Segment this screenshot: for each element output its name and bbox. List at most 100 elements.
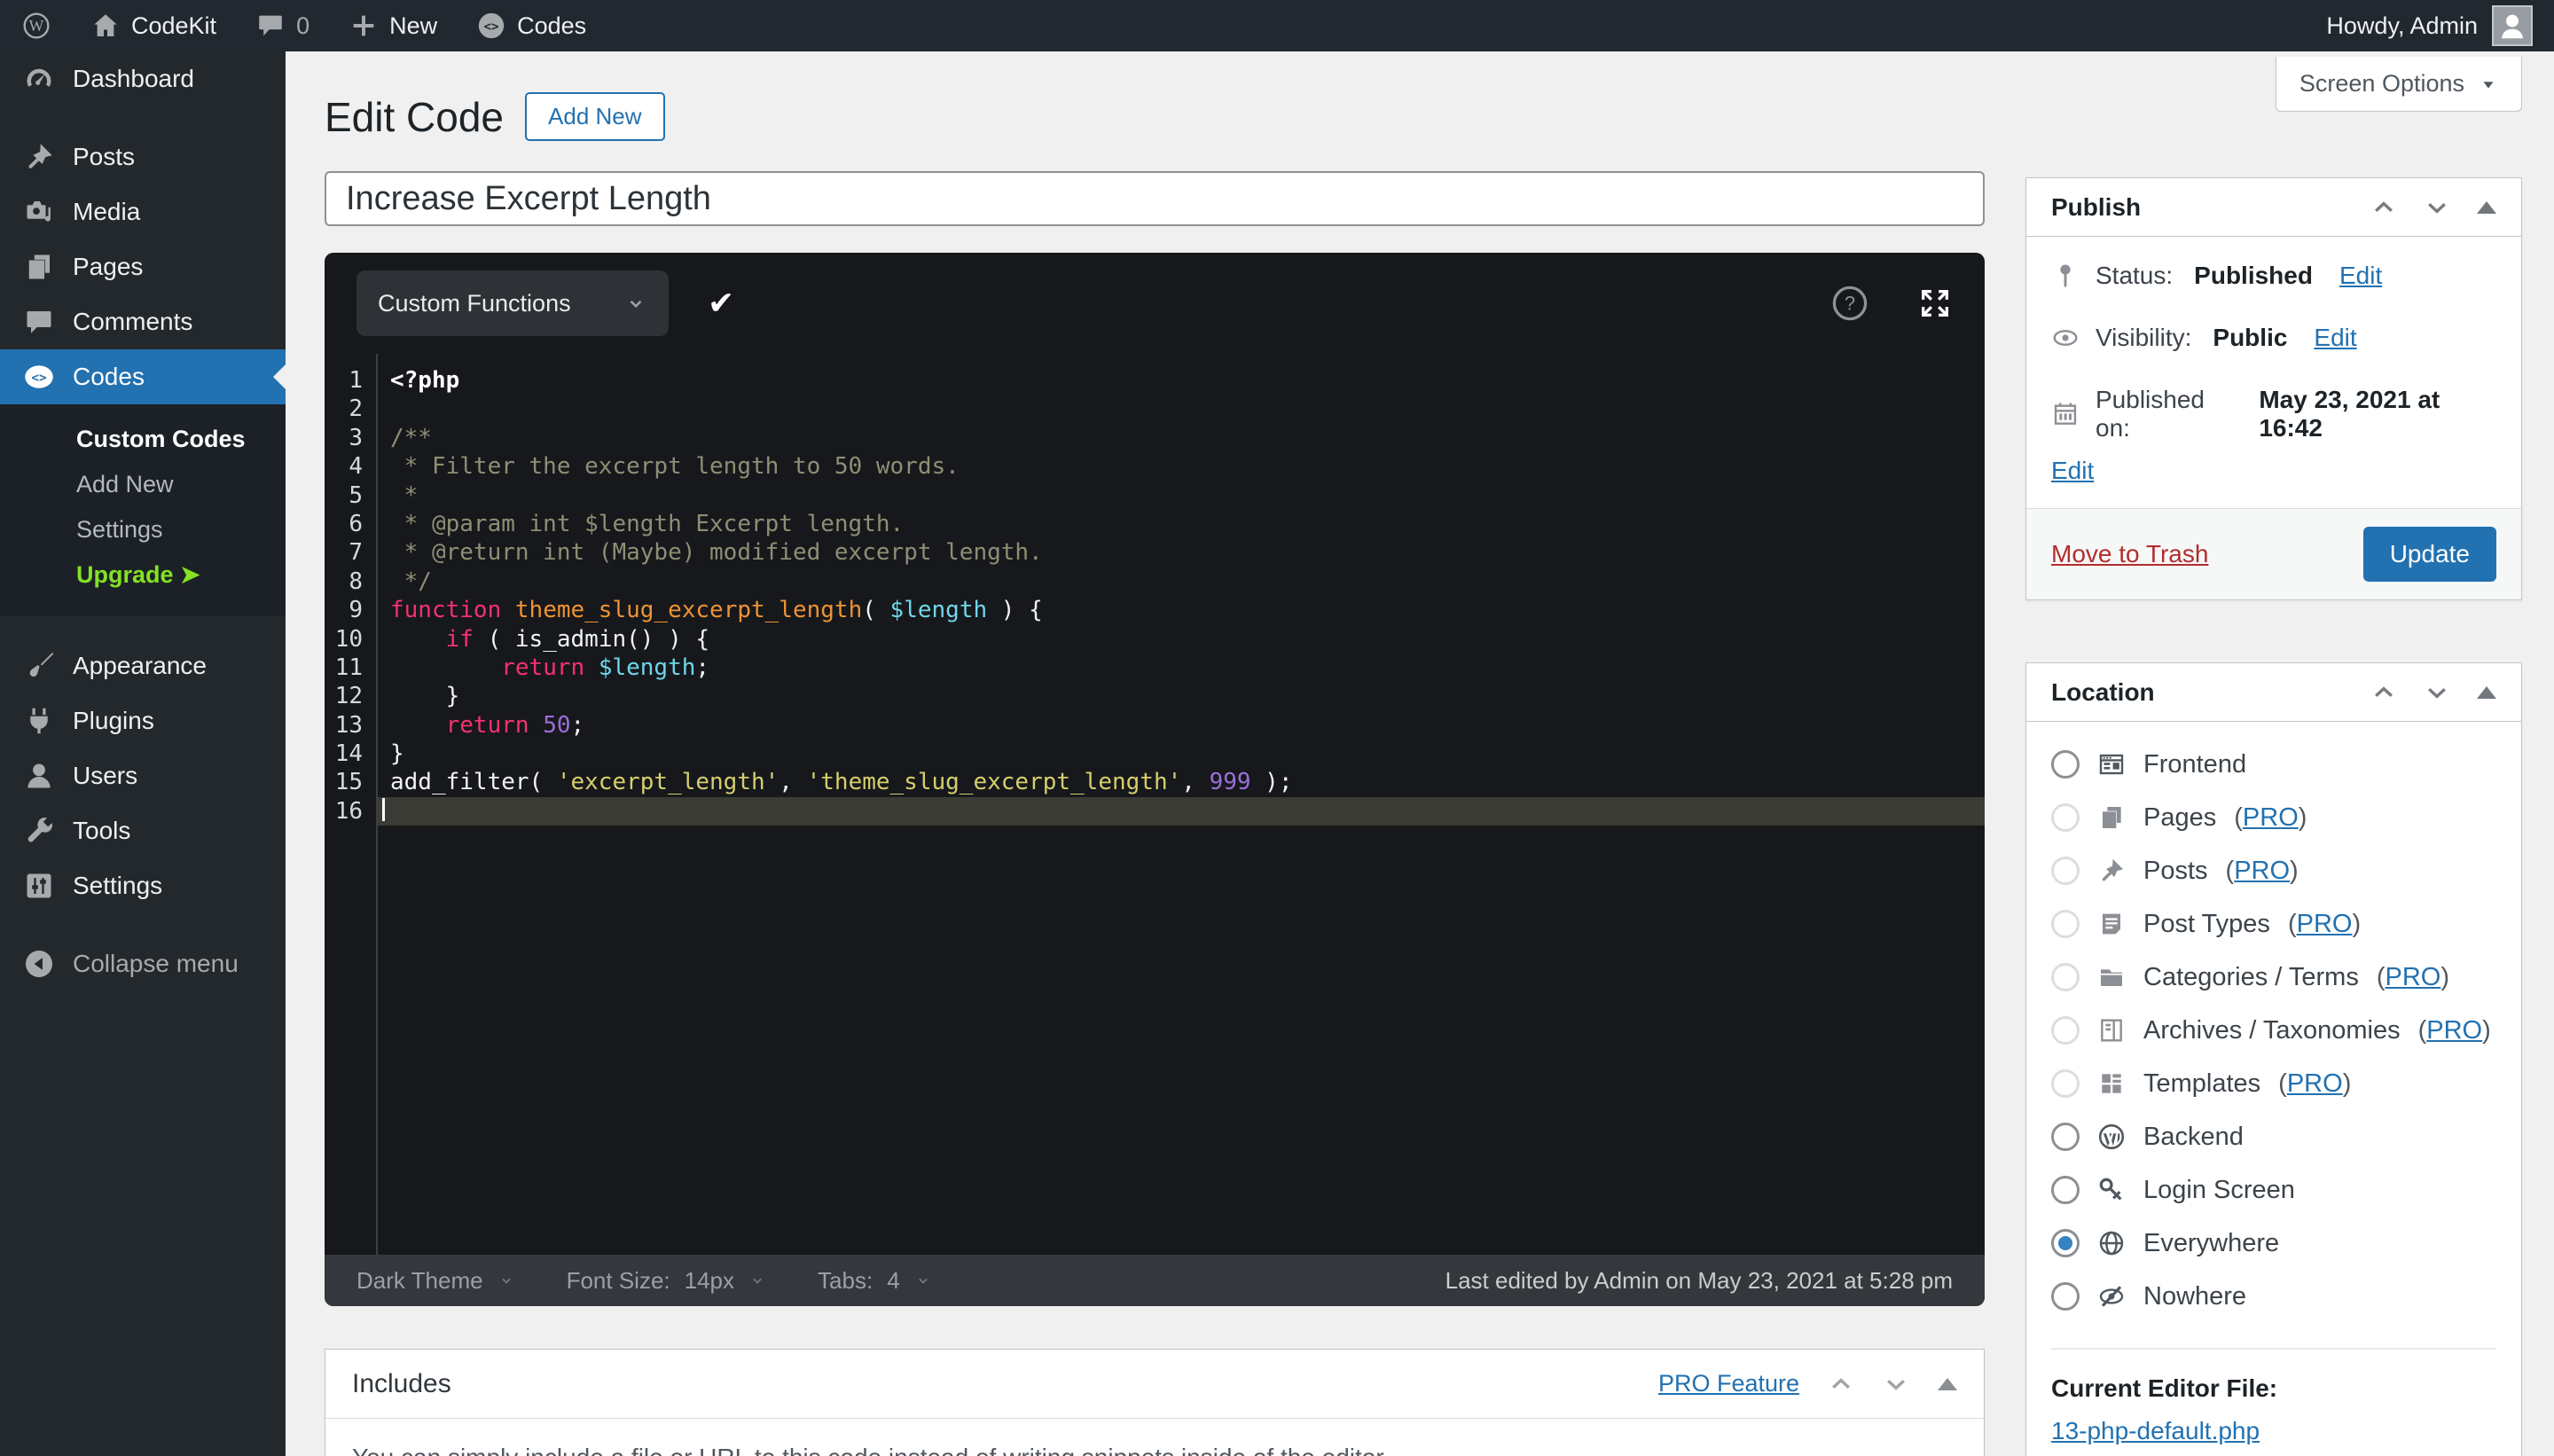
location-body: Frontend Pages (PRO) Posts (PRO) Post Types (P… xyxy=(2026,722,2521,1456)
side-column: Publish Status: Published Edit Visibilit… xyxy=(2025,92,2522,1456)
wordpress-icon xyxy=(2097,1123,2126,1151)
tabs-select[interactable]: Tabs: 4 xyxy=(818,1267,932,1295)
move-down-icon[interactable] xyxy=(2424,194,2450,221)
toggle-panel-icon[interactable] xyxy=(2477,685,2496,699)
move-to-trash-link[interactable]: Move to Trash xyxy=(2051,540,2208,568)
site-name-link[interactable]: CodeKit xyxy=(90,11,216,41)
move-down-icon[interactable] xyxy=(1883,1371,1909,1397)
edit-visibility-link[interactable]: Edit xyxy=(2314,324,2356,352)
pro-link[interactable]: PRO xyxy=(2386,963,2441,991)
font-size-select[interactable]: Font Size: 14px xyxy=(567,1267,766,1295)
code-line-6[interactable]: 6 * @param int $length Excerpt length. xyxy=(325,510,1985,538)
code-line-10[interactable]: 10 if ( is_admin() ) { xyxy=(325,625,1985,654)
current-editor-file-link[interactable]: 13-php-default.php xyxy=(2051,1417,2260,1445)
location-radio-everywhere[interactable] xyxy=(2051,1229,2080,1257)
sidebar-item-settings[interactable]: Settings xyxy=(0,858,286,913)
code-type-select[interactable]: Custom Functions xyxy=(356,270,669,336)
pro-link[interactable]: PRO xyxy=(2287,1069,2343,1098)
pro-link[interactable]: PRO xyxy=(2243,803,2299,832)
location-radio-archives-taxonomies[interactable] xyxy=(2051,1016,2080,1045)
submenu-item-upgrade[interactable]: Upgrade ➤ xyxy=(0,552,286,598)
snippet-title-input[interactable] xyxy=(325,171,1985,226)
location-radio-login-screen[interactable] xyxy=(2051,1176,2080,1204)
comments-link[interactable]: 0 xyxy=(255,11,309,41)
code-line-12[interactable]: 12 } xyxy=(325,682,1985,710)
add-new-button[interactable]: Add New xyxy=(525,92,665,141)
sidebar-item-pages[interactable]: Pages xyxy=(0,239,286,294)
sidebar-item-plugins[interactable]: Plugins xyxy=(0,693,286,748)
submenu-item-add-new[interactable]: Add New xyxy=(0,462,286,507)
menu-separator xyxy=(0,106,286,129)
sidebar-item-tools[interactable]: Tools xyxy=(0,803,286,858)
code-line-9[interactable]: 9 function theme_slug_excerpt_length( $le… xyxy=(325,596,1985,624)
code-line-13[interactable]: 13 return 50; xyxy=(325,711,1985,740)
location-radio-post-types[interactable] xyxy=(2051,910,2080,938)
howdy-text: Howdy, Admin xyxy=(2326,12,2478,39)
avatar[interactable] xyxy=(2492,5,2533,46)
calendar-icon xyxy=(2051,400,2080,428)
location-radio-posts[interactable] xyxy=(2051,857,2080,885)
location-radio-categories-terms[interactable] xyxy=(2051,963,2080,991)
help-icon[interactable]: ? xyxy=(1830,284,1869,323)
toggle-panel-icon[interactable] xyxy=(1938,1377,1957,1390)
location-option-label: Pages xyxy=(2143,802,2217,832)
location-option-label: Post Types xyxy=(2143,909,2270,938)
edit-status-link[interactable]: Edit xyxy=(2339,262,2382,290)
admin-bar-left: W CodeKit 0 New <> Codes xyxy=(21,11,586,41)
publish-controls xyxy=(2370,194,2496,221)
collapse-menu-button[interactable]: Collapse menu xyxy=(0,936,286,991)
codes-admin-bar-link[interactable]: <> Codes xyxy=(476,11,586,41)
sidebar-item-dashboard[interactable]: Dashboard xyxy=(0,51,286,106)
main-column: Edit Code Add New Custom Functions ✔ ? xyxy=(325,92,1985,1456)
location-radio-pages[interactable] xyxy=(2051,803,2080,832)
new-content-link[interactable]: New xyxy=(349,11,437,41)
code-line-15[interactable]: 15 add_filter( 'excerpt_length', 'theme_s… xyxy=(325,768,1985,796)
status-label: Status: xyxy=(2096,262,2174,289)
edit-published-date-link[interactable]: Edit xyxy=(2051,457,2094,485)
code-line-2[interactable]: 2 xyxy=(325,395,1985,423)
code-line-7[interactable]: 7 * @return int (Maybe) modified excerpt… xyxy=(325,538,1985,567)
update-button[interactable]: Update xyxy=(2362,527,2496,582)
globe-icon xyxy=(2097,1229,2126,1257)
sidebar-item-users[interactable]: Users xyxy=(0,748,286,803)
code-editor: Custom Functions ✔ ? 1 <?php 2 3/** 4 * Filt… xyxy=(325,253,1985,1306)
submenu-item-custom-codes[interactable]: Custom Codes xyxy=(0,417,286,462)
code-line-5[interactable]: 5 * xyxy=(325,481,1985,510)
sidebar-item-media[interactable]: Media xyxy=(0,184,286,239)
code-line-14[interactable]: 14} xyxy=(325,740,1985,768)
code-line-16[interactable]: 16 xyxy=(325,796,1985,826)
move-up-icon[interactable] xyxy=(1828,1371,1854,1397)
code-line-1[interactable]: 1 <?php xyxy=(325,366,1985,395)
location-radio-templates[interactable] xyxy=(2051,1069,2080,1098)
pro-feature-link[interactable]: PRO Feature xyxy=(1658,1370,1799,1397)
move-down-icon[interactable] xyxy=(2424,679,2450,706)
code-line-11[interactable]: 11 return $length; xyxy=(325,654,1985,682)
pro-link[interactable]: PRO xyxy=(2426,1016,2482,1045)
sidebar-item-codes[interactable]: <> Codes xyxy=(0,349,286,404)
collapse-icon xyxy=(23,948,55,980)
move-up-icon[interactable] xyxy=(2370,194,2397,221)
theme-select[interactable]: Dark Theme xyxy=(356,1267,515,1295)
location-radio-nowhere[interactable] xyxy=(2051,1282,2080,1311)
line-number: 3 xyxy=(349,424,363,451)
sidebar-item-posts[interactable]: Posts xyxy=(0,129,286,184)
howdy-account-link[interactable]: Howdy, Admin xyxy=(2326,12,2478,40)
code-area[interactable]: 1 <?php 2 3/** 4 * Filter the excerpt length… xyxy=(325,354,1985,1255)
submenu-item-settings[interactable]: Settings xyxy=(0,507,286,552)
pro-link[interactable]: PRO xyxy=(2234,857,2290,885)
code-line-3[interactable]: 3 /** xyxy=(325,424,1985,452)
move-up-icon[interactable] xyxy=(2370,679,2397,706)
code-line-8[interactable]: 8 */ xyxy=(325,568,1985,596)
wordpress-menu[interactable]: W xyxy=(21,11,51,41)
location-radio-backend[interactable] xyxy=(2051,1123,2080,1151)
code-line-content: } xyxy=(390,740,404,768)
screen-options-button[interactable]: Screen Options xyxy=(2275,57,2522,112)
code-line-4[interactable]: 4 * Filter the excerpt length to 50 word… xyxy=(325,452,1985,481)
fullscreen-icon[interactable] xyxy=(1917,286,1953,321)
sidebar-item-comments[interactable]: Comments xyxy=(0,294,286,349)
location-controls xyxy=(2370,679,2496,706)
location-radio-frontend[interactable] xyxy=(2051,750,2080,779)
sidebar-item-appearance[interactable]: Appearance xyxy=(0,638,286,693)
pro-link[interactable]: PRO xyxy=(2297,910,2353,938)
toggle-panel-icon[interactable] xyxy=(2477,200,2496,214)
